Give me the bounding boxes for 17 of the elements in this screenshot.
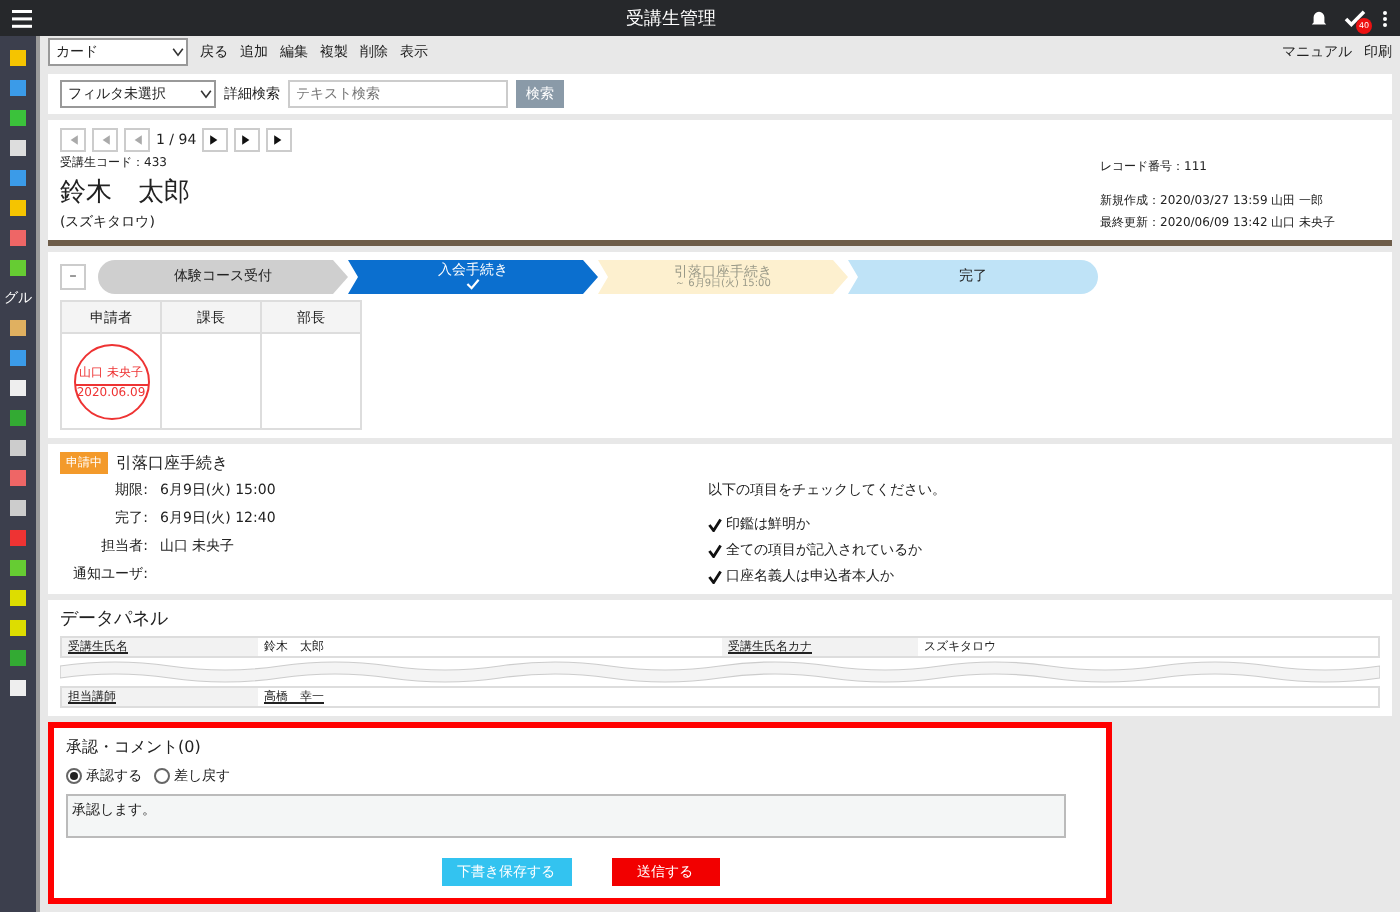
- task-title: 引落口座手続き: [116, 452, 228, 474]
- checkmark-icon: [466, 278, 480, 290]
- next-fast-icon[interactable]: [234, 128, 261, 152]
- caret-icon: [198, 86, 214, 102]
- caret-icon: [170, 44, 186, 60]
- check-icon[interactable]: [1344, 9, 1366, 27]
- bell-icon[interactable]: [1310, 9, 1328, 27]
- panel-title: データパネル: [60, 608, 170, 632]
- comment-title: 承認・コメント(0): [66, 736, 203, 758]
- last-page-icon[interactable]: [266, 128, 293, 152]
- radio-button[interactable]: [66, 768, 82, 784]
- radio-button[interactable]: [154, 768, 170, 784]
- next-icon[interactable]: [202, 128, 229, 152]
- more-icon[interactable]: [1382, 9, 1388, 27]
- menu-icon[interactable]: [12, 9, 32, 27]
- record-name: 鈴木 太郎: [60, 176, 192, 210]
- window-title: 受講生管理: [624, 7, 718, 31]
